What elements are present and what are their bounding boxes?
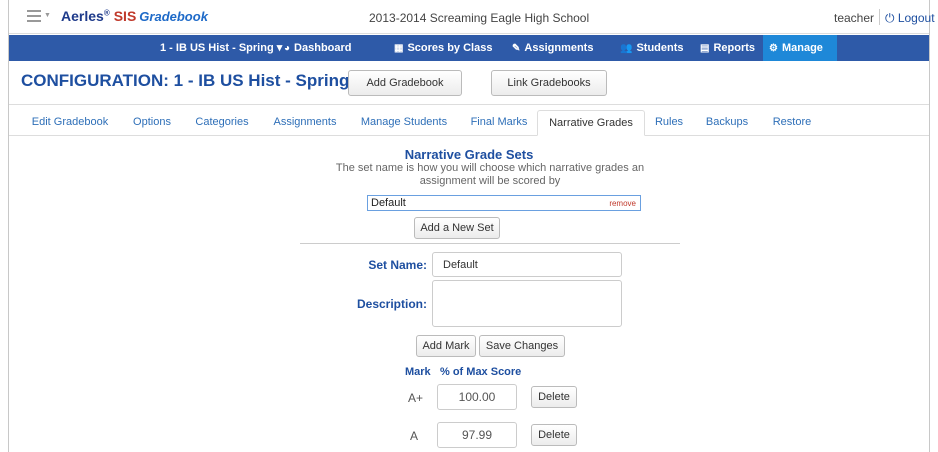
nav-label: Assignments [524, 42, 594, 54]
logout-label: Logout [897, 11, 935, 25]
course-selector[interactable]: 1 - IB US Hist - Spring ▾ [154, 35, 288, 61]
nav-label: Scores by Class [407, 42, 493, 54]
nav-students[interactable]: 👥 Students [614, 35, 690, 61]
tab-options[interactable]: Options [127, 110, 177, 136]
hamburger-menu-icon[interactable] [27, 10, 41, 22]
set-name: Default [371, 197, 406, 209]
add-new-set-button[interactable]: Add a New Set [414, 217, 500, 239]
column-header-pct: % of Max Score [440, 366, 522, 378]
nav-scores-by-class[interactable]: ▦ Scores by Class [388, 35, 498, 61]
nav-label: Reports [713, 42, 756, 54]
page-title: CONFIGURATION: 1 - IB US Hist - Spring [21, 71, 350, 90]
link-gradebooks-button[interactable]: Link Gradebooks [491, 70, 607, 96]
users-icon: 👥 [620, 43, 633, 54]
gear-icon: ⚙ [769, 43, 778, 54]
main-nav: 1 - IB US Hist - Spring ▾ ◕ Dashboard ▦ Sc… [9, 35, 929, 61]
tab-narrative-grades[interactable]: Narrative Grades [537, 110, 645, 136]
config-tabs: Edit Gradebook Options Categories Assign… [9, 110, 929, 136]
tab-restore[interactable]: Restore [767, 110, 817, 136]
brand-sis: SIS [113, 8, 137, 24]
school-name: 2013-2014 Screaming Eagle High School [369, 11, 590, 25]
nav-label: Manage [781, 42, 823, 54]
brand-name: Aerles [61, 8, 104, 24]
app-logo[interactable]: Aerles® SIS Gradebook [61, 8, 208, 24]
document-icon: ▤ [700, 43, 710, 54]
brand-gradebook: Gradebook [139, 9, 208, 24]
mark-label: A [410, 429, 419, 443]
column-header-mark: Mark [405, 366, 431, 378]
sets-description: The set name is how you will choose whic… [335, 162, 645, 187]
nav-dashboard[interactable]: ◕ Dashboard [278, 35, 358, 61]
pct-input[interactable]: 97.99 [437, 422, 517, 448]
tab-assignments[interactable]: Assignments [267, 110, 343, 136]
frame-left-border [8, 0, 9, 452]
tab-edit-gradebook[interactable]: Edit Gradebook [26, 110, 114, 136]
username[interactable]: teacher [834, 11, 874, 25]
course-label: 1 - IB US Hist - Spring [160, 42, 274, 54]
nav-reports[interactable]: ▤ Reports [694, 35, 761, 61]
nav-assignments[interactable]: ✎ Assignments [506, 35, 599, 61]
set-list-item[interactable]: Default remove [367, 195, 641, 211]
remove-set-link[interactable]: remove [609, 197, 636, 211]
tab-backups[interactable]: Backups [703, 110, 751, 136]
delete-mark-button[interactable]: Delete [531, 424, 577, 446]
sets-heading: Narrative Grade Sets [404, 147, 534, 162]
add-gradebook-button[interactable]: Add Gradebook [348, 70, 462, 96]
registered-mark: ® [103, 8, 110, 18]
tab-categories[interactable]: Categories [190, 110, 254, 136]
logout-link[interactable]: ⏻ Logout [885, 11, 935, 26]
add-mark-button[interactable]: Add Mark [416, 335, 476, 357]
nav-manage[interactable]: ⚙ Manage [763, 35, 837, 61]
grid-icon: ▦ [394, 43, 404, 54]
caret-down-icon[interactable]: ▼ [44, 12, 51, 19]
section-separator [300, 243, 680, 244]
description-label: Description: [356, 297, 427, 311]
nav-label: Dashboard [294, 42, 352, 54]
top-bar: ▼ Aerles® SIS Gradebook 2013-2014 Screamin… [9, 0, 935, 34]
pct-input[interactable]: 100.00 [437, 384, 517, 410]
dashboard-icon: ◕ [284, 43, 291, 54]
tab-manage-students[interactable]: Manage Students [356, 110, 452, 136]
tab-final-marks[interactable]: Final Marks [465, 110, 533, 136]
delete-mark-button[interactable]: Delete [531, 386, 577, 408]
header-divider [879, 9, 880, 25]
save-changes-button[interactable]: Save Changes [479, 335, 565, 357]
mark-label: A+ [408, 391, 424, 405]
power-icon: ⏻ [885, 11, 898, 25]
set-name-input[interactable] [432, 252, 622, 277]
frame-right-border [929, 0, 930, 452]
description-textarea[interactable] [432, 280, 622, 327]
tab-rules[interactable]: Rules [651, 110, 687, 136]
set-name-label: Set Name: [368, 258, 427, 272]
nav-label: Students [636, 42, 684, 54]
header-separator [9, 104, 929, 105]
edit-icon: ✎ [512, 43, 521, 54]
